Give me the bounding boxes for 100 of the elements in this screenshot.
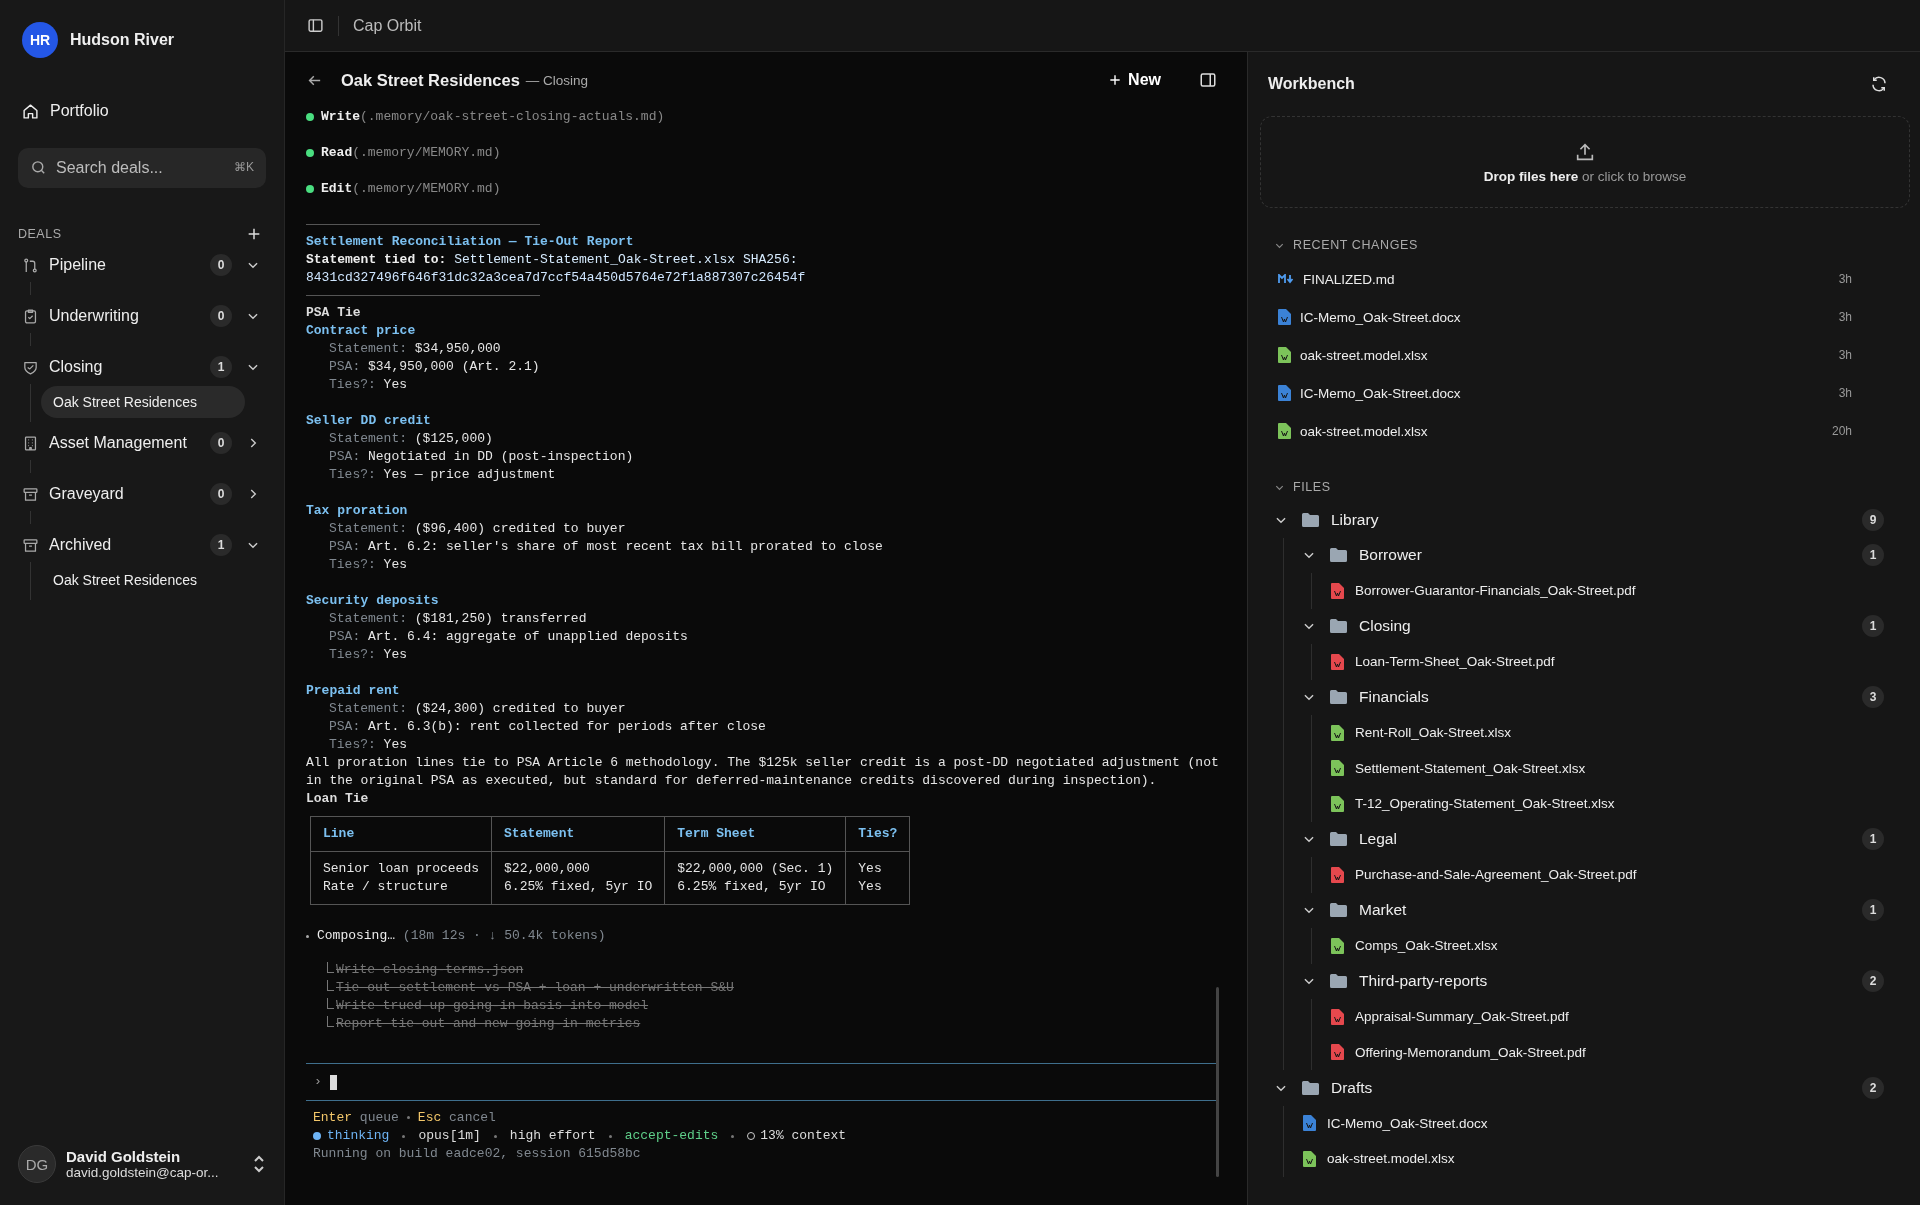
file-item[interactable]: T-12_Operating-Statement_Oak-Street.xlsx (1355, 796, 1615, 812)
recent-file-item[interactable]: IC-Memo_Oak-Street.docx 3h (1260, 298, 1910, 336)
report-field: Statement: ($96,400) credited to buyer (329, 521, 626, 536)
file-item[interactable]: Comps_Oak-Street.xlsx (1355, 938, 1498, 954)
folder-icon (1302, 1080, 1319, 1095)
add-icon[interactable] (246, 226, 262, 242)
report-field: Ties?: Yes (329, 737, 408, 752)
new-button[interactable]: New (1104, 67, 1165, 93)
report-heading: Prepaid rent (306, 682, 401, 700)
section-heading: DEALS (18, 227, 62, 241)
sidebar-toggle-icon[interactable] (307, 17, 324, 34)
folder-icon (1330, 974, 1347, 989)
deal-stage-item[interactable]: Closing 1 (18, 350, 266, 384)
pdf-icon (1331, 1008, 1344, 1025)
panel-title: Workbench (1268, 75, 1355, 93)
pdf-icon (1331, 866, 1344, 883)
deal-stage-item[interactable]: Archived 1 (18, 528, 266, 562)
file-icon (1278, 309, 1291, 325)
stage-icon (22, 256, 39, 274)
drop-zone[interactable]: Drop files here or click to browse (1260, 116, 1910, 208)
stage-icon (22, 434, 39, 452)
file-item[interactable]: IC-Memo_Oak-Street.docx (1327, 1115, 1488, 1131)
table-cell: Senior loan proceeds (310, 851, 492, 878)
recent-file-item[interactable]: FINALIZED.md 3h (1260, 260, 1910, 298)
report-field: Statement: ($24,300) credited to buyer (329, 701, 626, 716)
folder-icon (1330, 548, 1347, 563)
timestamp: 3h (1838, 272, 1852, 286)
deal-stage-item[interactable]: Underwriting 0 (18, 299, 266, 333)
folder-item[interactable]: Legal (1359, 830, 1397, 849)
file-item[interactable]: Loan-Term-Sheet_Oak-Street.pdf (1355, 654, 1555, 670)
status-item: opus[1m] (418, 1127, 481, 1145)
file-icon (1331, 795, 1344, 812)
deal-stage-item[interactable]: Graveyard 0 (18, 477, 266, 511)
folder-item[interactable]: Library (1331, 510, 1379, 529)
recent-file-item[interactable]: oak-street.model.xlsx 3h (1260, 336, 1910, 374)
report-field: PSA: Negotiated in DD (post-inspection) (329, 449, 634, 464)
count-badge: 2 (1862, 1076, 1884, 1099)
folder-item[interactable]: Third-party-reports (1359, 972, 1488, 991)
prompt-input[interactable]: › (306, 1063, 1217, 1101)
report-title: Settlement Reconciliation — Tie-Out Report (306, 233, 635, 251)
timestamp: 3h (1838, 310, 1852, 324)
folder-item[interactable]: Market (1359, 901, 1407, 920)
user-avatar: DG (18, 1145, 56, 1183)
count-badge: 1 (210, 534, 232, 556)
folder-icon (1330, 903, 1347, 918)
stage-icon (22, 307, 39, 325)
search-icon (30, 159, 47, 176)
file-item[interactable]: oak-street.model.xlsx (1327, 1151, 1455, 1167)
file-item[interactable]: Purchase-and-Sale-Agreement_Oak-Street.pdf (1355, 867, 1637, 883)
deal-stage-item[interactable]: Pipeline 0 (18, 248, 266, 282)
section-toggle[interactable]: RECENT CHANGES (1260, 230, 1910, 260)
portfolio-nav-item[interactable]: Portfolio (18, 82, 266, 140)
count-badge: 9 (1862, 508, 1884, 531)
task-item: Report tie-out and new going-in metrics (336, 1015, 641, 1033)
folder-icon (1330, 619, 1347, 634)
refresh-icon[interactable] (1870, 75, 1888, 93)
file-icon (1303, 1115, 1316, 1132)
deal-stage-item[interactable]: Asset Management 0 (18, 426, 266, 460)
stage-icon (22, 536, 39, 554)
report-field: PSA: Art. 6.3(b): rent collected for periods after close (329, 719, 766, 734)
deal-item[interactable]: Oak Street Residences (41, 386, 245, 418)
file-icon (1331, 760, 1344, 777)
tool-call: Read(.memory/MEMORY.md) (321, 144, 501, 162)
spinner-icon (306, 934, 309, 938)
section-toggle[interactable]: FILES (1260, 472, 1910, 502)
timestamp: 3h (1838, 386, 1852, 400)
panel-toggle-icon[interactable] (1199, 71, 1217, 89)
column-header: Line (310, 816, 492, 852)
pdf-icon (1331, 653, 1344, 670)
drop-hint: Drop files here or click to browse (1483, 168, 1687, 184)
file-item[interactable]: Rent-Roll_Oak-Street.xlsx (1355, 725, 1512, 741)
folder-item[interactable]: Drafts (1331, 1078, 1373, 1097)
build-info: Running on build eadce02, session 615d58bc (313, 1145, 642, 1163)
expand-icon[interactable] (252, 1155, 266, 1173)
status-dot (306, 185, 314, 193)
file-item[interactable]: Appraisal-Summary_Oak-Street.pdf (1355, 1009, 1569, 1025)
column-header: Statement (491, 816, 665, 852)
scrollbar[interactable] (1216, 987, 1219, 1177)
deal-item[interactable]: Oak Street Residences (41, 564, 245, 596)
timestamp: 3h (1838, 348, 1852, 362)
folder-item[interactable]: Closing (1359, 617, 1411, 636)
report-section: PSA Tie (306, 304, 1221, 322)
file-icon (1278, 347, 1291, 363)
file-item[interactable]: Borrower-Guarantor-Financials_Oak-Street.pdf (1355, 583, 1636, 599)
user-name: David Goldstein (66, 1148, 182, 1165)
report-field: PSA: Art. 6.2: seller's share of most recent tax bill prorated to close (329, 539, 883, 554)
deal-stage: — Closing (525, 72, 589, 88)
folder-icon (1330, 690, 1347, 705)
report-field: Ties?: Yes (329, 647, 408, 662)
file-icon (1303, 1150, 1316, 1167)
file-item[interactable]: Offering-Memorandum_Oak-Street.pdf (1355, 1044, 1586, 1060)
folder-item[interactable]: Financials (1359, 688, 1429, 707)
report-field: PSA: Art. 6.4: aggregate of unapplied deposits (329, 629, 688, 644)
count-badge: 0 (210, 254, 232, 276)
folder-item[interactable]: Borrower (1359, 546, 1422, 565)
recent-file-item[interactable]: IC-Memo_Oak-Street.docx 3h (1260, 374, 1910, 412)
file-item[interactable]: Settlement-Statement_Oak-Street.xlsx (1355, 760, 1586, 776)
pdf-icon (1331, 1044, 1344, 1061)
report-field: Ties?: Yes (329, 557, 408, 572)
recent-file-item[interactable]: oak-street.model.xlsx 20h (1260, 412, 1910, 450)
